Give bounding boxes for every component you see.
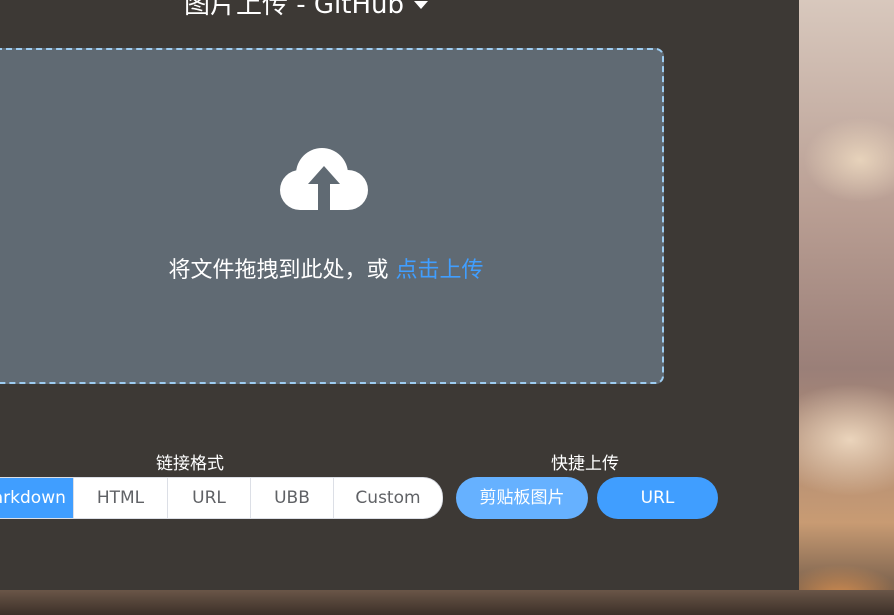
picbed-selector[interactable]: 图片上传 - GitHub	[184, 0, 429, 21]
clipboard-upload-button[interactable]: 剪贴板图片	[456, 477, 588, 519]
dropzone-hint: 将文件拖拽到此处，或 点击上传	[0, 252, 662, 284]
cloud-upload-icon	[280, 148, 368, 212]
url-upload-button[interactable]: URL	[597, 477, 718, 519]
link-format-group: Markdown HTML URL UBB Custom	[0, 477, 443, 519]
click-to-upload-link[interactable]: 点击上传	[395, 258, 483, 283]
format-ubb-button[interactable]: UBB	[250, 478, 333, 518]
background-horizon	[0, 590, 894, 615]
quick-upload-label: 快捷上传	[551, 454, 619, 474]
link-format-label: 链接格式	[156, 454, 224, 474]
upload-dropzone[interactable]: 将文件拖拽到此处，或 点击上传	[0, 48, 664, 384]
format-markdown-button[interactable]: Markdown	[0, 478, 73, 518]
format-url-button[interactable]: URL	[167, 478, 250, 518]
upload-panel: 图片上传 - GitHub 将文件拖拽到此处，或 点击上传 链接格式 Markd…	[0, 0, 799, 590]
caret-down-icon	[414, 0, 429, 9]
dropzone-hint-text: 将文件拖拽到此处，或	[168, 258, 396, 283]
format-custom-button[interactable]: Custom	[333, 478, 442, 518]
page-title: 图片上传 - GitHub	[184, 0, 405, 20]
format-html-button[interactable]: HTML	[73, 478, 167, 518]
